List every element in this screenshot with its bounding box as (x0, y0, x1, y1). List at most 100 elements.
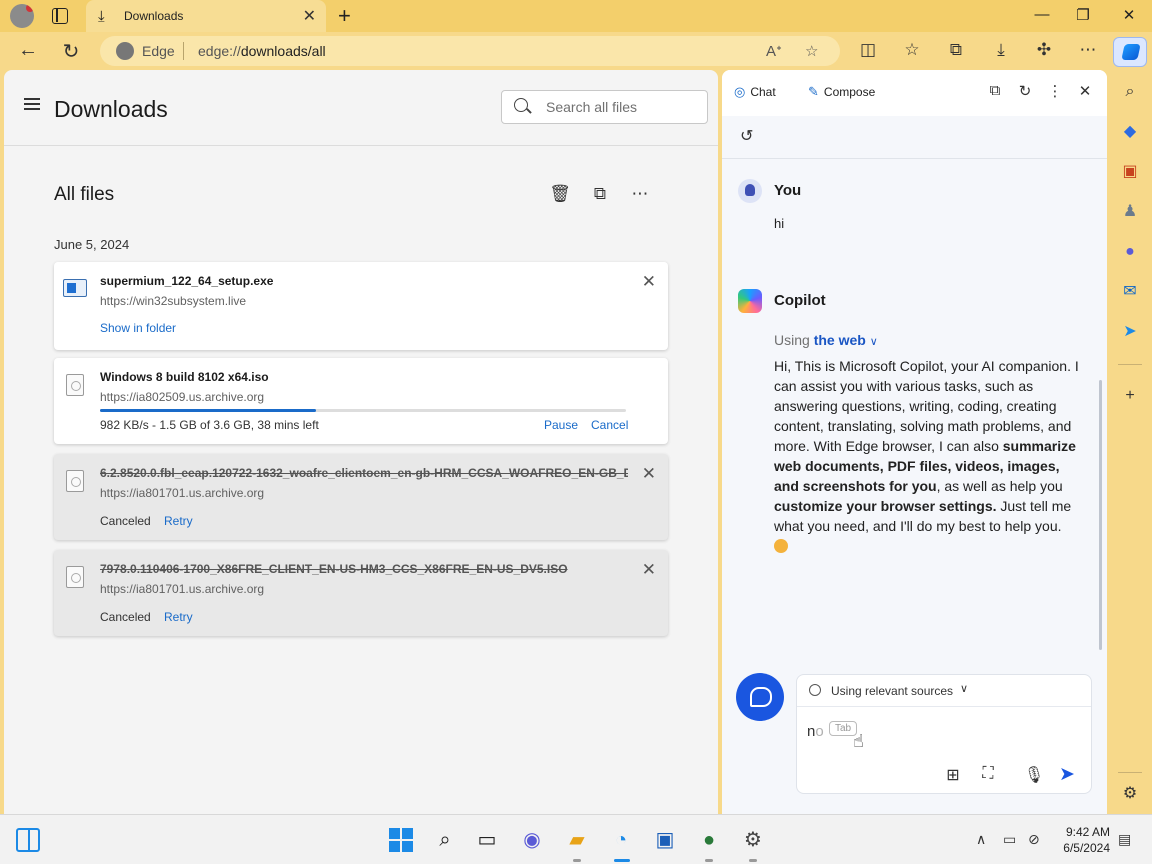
volume-muted-icon[interactable]: ⊘ (1028, 831, 1040, 848)
open-folder-icon[interactable]: ⧉ (588, 184, 612, 204)
close-panel-icon[interactable]: ✕ (1074, 82, 1096, 100)
shopping-icon[interactable]: ◆ (1120, 122, 1140, 142)
refresh-chat-icon[interactable]: ↻ (1014, 82, 1036, 100)
settings-gear-icon[interactable]: ⚙ (740, 827, 766, 853)
open-in-new-icon[interactable]: ⧉ (984, 82, 1006, 99)
task-view-icon[interactable]: ▭ (474, 827, 500, 853)
split-screen-icon[interactable]: ◫ (855, 40, 881, 60)
network-icon[interactable]: ▭ (1003, 831, 1016, 848)
file-name[interactable]: Windows 8 build 8102 x64.iso (100, 370, 628, 384)
tab-title: Downloads (124, 9, 184, 23)
edge-icon[interactable]: ◔ (608, 827, 634, 853)
url-text[interactable]: edge://downloads/all (198, 43, 326, 59)
remove-item-icon[interactable]: ✕ (642, 272, 656, 292)
favorite-star-icon[interactable]: ☆ (805, 42, 818, 60)
sources-label: Using relevant sources (831, 684, 954, 698)
send-icon[interactable]: ➤ (1059, 763, 1075, 786)
outlook-icon[interactable]: ✉ (1120, 282, 1140, 302)
address-divider (183, 42, 184, 60)
tab-chat[interactable]: ◎ Chat (734, 84, 776, 100)
search-input[interactable] (546, 99, 696, 115)
edge-sidebar: ⌕ ◆ ▣ ♟ ● ✉ ➤ + ⚙ (1108, 70, 1152, 814)
copilot-tabbar: ◎ Chat ✎ Compose ⧉ ↻ ⋮ ✕ (722, 70, 1107, 116)
drop-icon[interactable]: ➤ (1120, 322, 1140, 342)
profile-avatar[interactable] (10, 4, 34, 28)
menu-icon[interactable] (24, 98, 40, 110)
search-icon[interactable]: ⌕ (1120, 82, 1140, 102)
microsoft-365-icon[interactable]: ● (1120, 242, 1140, 262)
file-explorer-icon[interactable]: ▰ (564, 827, 590, 853)
downloads-page: Downloads All files 🗑 ⧉ ⋯ June 5, 2024 s… (4, 70, 718, 814)
app-icon[interactable]: ● (696, 827, 722, 853)
store-icon[interactable]: ▣ (652, 827, 678, 853)
minimize-icon[interactable]: — (1027, 6, 1057, 23)
tab-actions-icon[interactable] (52, 8, 68, 24)
download-item[interactable]: 6.2.8520.0.fbl_eeap.120722-1632_woafre_c… (54, 454, 668, 540)
chat-input-box[interactable]: Using relevant sources ∨ no Tab ☝ ⊞ ⛶ 🎙 … (796, 674, 1092, 794)
read-aloud-icon[interactable]: Aᐩ (766, 42, 782, 60)
download-item[interactable]: 7978.0.110406-1700_X86FRE_CLIENT_EN-US-H… (54, 550, 668, 636)
sources-selector[interactable]: Using relevant sources ∨ (797, 675, 1091, 707)
file-source: https://win32subsystem.live (100, 294, 247, 308)
running-indicator (749, 859, 757, 862)
chevron-up-icon[interactable]: ∧ (976, 831, 986, 848)
pause-button[interactable]: Pause (544, 418, 578, 432)
settings-gear-icon[interactable]: ⚙ (1120, 784, 1140, 804)
microphone-icon[interactable]: 🎙 (1023, 765, 1045, 785)
favorites-icon[interactable]: ☆ (899, 40, 925, 60)
add-icon[interactable]: + (1120, 386, 1140, 406)
chat-teams-icon[interactable]: ◉ (519, 827, 545, 853)
new-tab-icon[interactable]: + (338, 3, 351, 29)
title-bar: ⤓ Downloads ✕ + — ❐ ✕ (0, 0, 1152, 32)
address-bar[interactable]: Edge edge://downloads/all Aᐩ ☆ (100, 36, 840, 66)
chat-input[interactable]: no (807, 723, 824, 740)
remove-item-icon[interactable]: ✕ (642, 560, 656, 580)
status-label: Canceled (100, 610, 151, 624)
search-icon[interactable]: ⌕ (432, 827, 458, 853)
remove-item-icon[interactable]: ✕ (642, 464, 656, 484)
search-box[interactable] (501, 90, 708, 124)
close-tab-icon[interactable]: ✕ (303, 6, 316, 26)
retry-button[interactable]: Retry (164, 514, 193, 528)
panel-more-icon[interactable]: ⋮ (1044, 82, 1066, 100)
notification-icon[interactable]: ▤ (1118, 831, 1131, 848)
trash-icon[interactable]: 🗑 (548, 184, 572, 204)
tab-downloads[interactable]: ⤓ Downloads ✕ (86, 0, 326, 32)
games-icon[interactable]: ♟ (1120, 202, 1140, 222)
tab-compose[interactable]: ✎ Compose (808, 84, 875, 100)
cancel-button[interactable]: Cancel (591, 418, 628, 432)
retry-button[interactable]: Retry (164, 610, 193, 624)
system-clock[interactable]: 9:42 AM 6/5/2024 (1054, 824, 1110, 856)
more-menu-icon[interactable]: ⋯ (1075, 40, 1101, 60)
site-info-icon[interactable] (116, 42, 134, 60)
screenshot-icon[interactable]: ⛶ (977, 765, 999, 783)
more-options-icon[interactable]: ⋯ (628, 184, 652, 204)
image-upload-icon[interactable]: ⊞ (942, 765, 964, 785)
chat-icon: ◎ (734, 84, 746, 99)
show-in-folder-link[interactable]: Show in folder (100, 321, 176, 335)
new-topic-button[interactable] (736, 673, 784, 721)
download-item[interactable]: Windows 8 build 8102 x64.iso https://ia8… (54, 358, 668, 444)
maximize-icon[interactable]: ❐ (1068, 6, 1098, 24)
file-source: https://ia801701.us.archive.org (100, 486, 265, 500)
file-name[interactable]: supermium_122_64_setup.exe (100, 274, 628, 288)
date-group: June 5, 2024 (54, 237, 130, 252)
start-windows-icon[interactable] (389, 828, 413, 852)
copilot-toolbar-button[interactable] (1113, 37, 1147, 67)
info-icon (809, 684, 821, 696)
close-window-icon[interactable]: ✕ (1114, 6, 1144, 24)
download-progress-bar (100, 409, 626, 412)
downloads-toolbar-icon[interactable]: ⤓ (988, 40, 1014, 60)
download-item[interactable]: supermium_122_64_setup.exe https://win32… (54, 262, 668, 350)
chat-scrollbar[interactable] (1099, 380, 1102, 650)
file-name: 6.2.8520.0.fbl_eeap.120722-1632_woafre_c… (100, 466, 628, 480)
copilot-reply: Hi, This is Microsoft Copilot, your AI c… (774, 356, 1079, 556)
tools-icon[interactable]: ▣ (1120, 162, 1140, 182)
history-icon[interactable]: ↺ (740, 126, 753, 146)
using-source[interactable]: Using the web ∨ (774, 332, 878, 348)
extensions-icon[interactable]: ✣ (1031, 40, 1057, 60)
widgets-icon[interactable] (16, 828, 40, 852)
collections-icon[interactable]: ⧉ (943, 40, 969, 60)
back-icon[interactable]: ← (15, 39, 41, 62)
refresh-icon[interactable]: ↻ (58, 39, 84, 64)
